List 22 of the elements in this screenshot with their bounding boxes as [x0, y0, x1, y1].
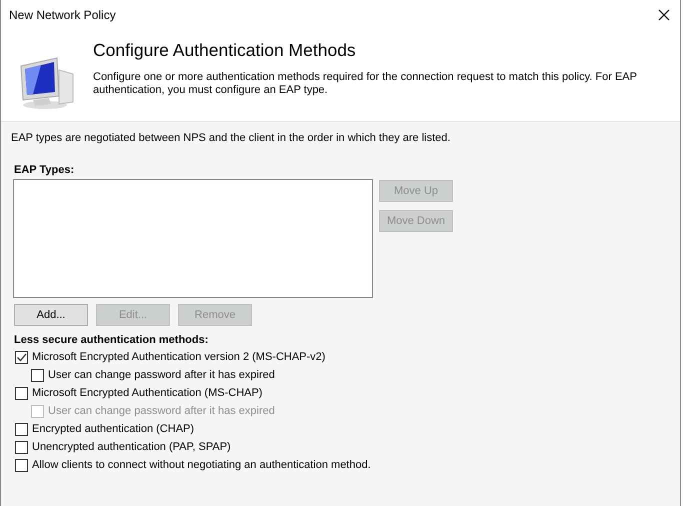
checkbox[interactable]: [15, 422, 28, 436]
checkbox-label: Microsoft Encrypted Authentication version 2 (MS-CHAP-v2): [32, 351, 326, 363]
list-action-button[interactable]: Add...: [14, 304, 88, 326]
page-heading: Configure Authentication Methods: [93, 40, 357, 61]
close-icon[interactable]: [658, 9, 670, 21]
checkbox-label: User can change password after it has expired: [48, 405, 275, 417]
eap-types-label: EAP Types:: [14, 164, 76, 176]
checkbox[interactable]: [15, 458, 28, 472]
page-description: Configure one or more authentication methods required for the connection request to match this policy. For EAP authentication, you must configure an EAP type.: [93, 71, 638, 97]
checkbox-label: Unencrypted authentication (PAP, SPAP): [32, 441, 231, 453]
intro-text: EAP types are negotiated between NPS and the client in the order in which they are listed.: [11, 132, 452, 144]
checkbox[interactable]: [15, 350, 28, 364]
eap-types-list[interactable]: [13, 179, 373, 298]
checkbox-label: User can change password after it has expired: [48, 369, 275, 381]
checkbox-label: Microsoft Encrypted Authentication (MS-CHAP): [32, 387, 262, 399]
checkbox[interactable]: [15, 440, 28, 454]
checkbox[interactable]: [31, 368, 44, 382]
checkbox[interactable]: [15, 386, 28, 400]
window-title: New Network Policy: [9, 8, 116, 22]
checkbox-label: Allow clients to connect without negotiating an authentication method.: [32, 459, 371, 471]
checkbox-label: Encrypted authentication (CHAP): [32, 423, 194, 435]
section-label: Less secure authentication methods:: [14, 334, 210, 346]
